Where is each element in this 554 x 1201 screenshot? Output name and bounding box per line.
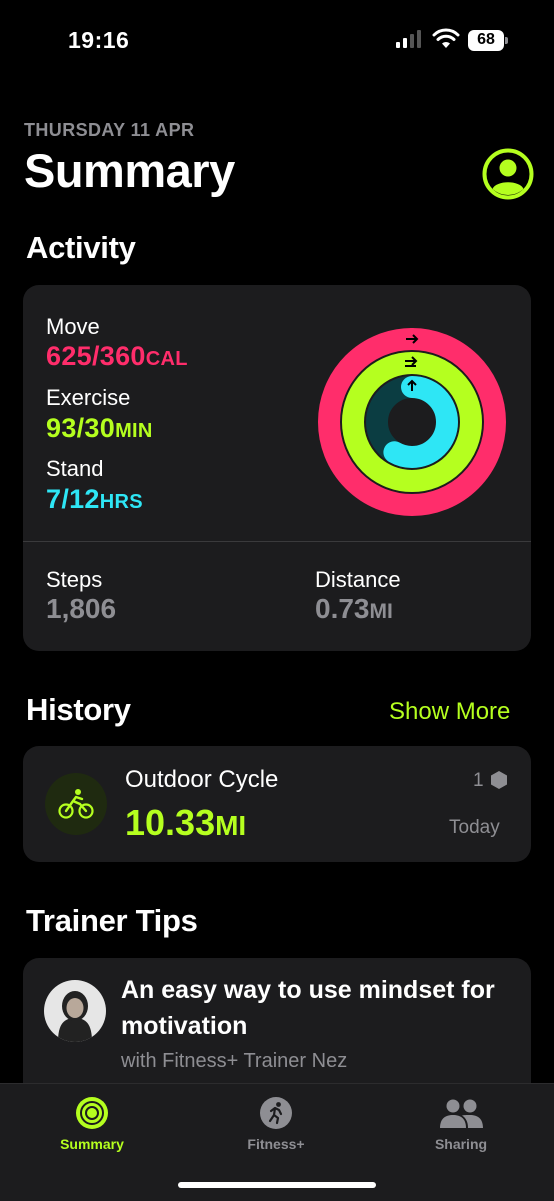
card-divider	[23, 541, 531, 542]
distance-value: 0.73MI	[315, 593, 393, 624]
activity-heading: Activity	[26, 230, 136, 265]
runner-icon	[260, 1097, 292, 1129]
status-time: 19:16	[68, 27, 130, 53]
trainer-tips-heading: Trainer Tips	[26, 903, 198, 938]
stand-label: Stand	[46, 456, 104, 481]
wifi-icon	[432, 28, 460, 48]
profile-avatar-icon[interactable]	[482, 148, 534, 200]
history-workout-card[interactable]: Outdoor Cycle 10.33MI 1 Today	[23, 746, 531, 862]
exercise-value: 93/30MIN	[46, 413, 153, 443]
cycling-icon	[45, 773, 107, 835]
steps-value: 1,806	[46, 593, 117, 624]
move-label: Move	[46, 314, 100, 339]
trainer-tip-subtitle: with Fitness+ Trainer Nez	[121, 1050, 348, 1072]
exercise-label: Exercise	[46, 385, 131, 410]
trainer-tip-title: An easy way to use mindset for motivatio…	[121, 976, 495, 1040]
workout-title: Outdoor Cycle	[125, 766, 279, 793]
cellular-signal-icon	[396, 30, 421, 48]
stand-value: 7/12HRS	[46, 484, 143, 514]
tab-sharing-label: Sharing	[434, 1136, 488, 1152]
distance-label: Distance	[315, 567, 401, 592]
trainer-avatar	[44, 980, 106, 1042]
battery-level: 68	[477, 31, 495, 48]
show-more-link[interactable]: Show More	[389, 698, 510, 726]
people-icon	[440, 1099, 483, 1128]
home-indicator	[178, 1182, 376, 1188]
tab-summary-label: Summary	[60, 1136, 124, 1152]
history-heading: History	[26, 692, 131, 727]
hexagon-badge-icon	[491, 771, 507, 789]
steps-label: Steps	[46, 567, 103, 592]
tab-fitness-plus-label: Fitness+	[247, 1136, 305, 1152]
page-title: Summary	[24, 144, 235, 197]
tab-summary[interactable]: Summary	[32, 1096, 152, 1152]
workout-date: Today	[449, 817, 500, 838]
activity-rings[interactable]	[312, 322, 512, 522]
move-value: 625/360CAL	[46, 341, 188, 371]
date-label: THURSDAY 11 APR	[24, 120, 195, 140]
tab-sharing[interactable]: Sharing	[401, 1096, 521, 1152]
workout-count: 1	[473, 770, 484, 791]
tab-fitness-plus[interactable]: Fitness+	[216, 1096, 336, 1152]
battery-indicator: 68	[468, 30, 508, 51]
workout-distance: 10.33MI	[125, 802, 247, 843]
activity-card[interactable]: Move 625/360CAL Exercise 93/30MIN Stand …	[23, 285, 531, 651]
activity-rings-icon	[76, 1097, 108, 1129]
